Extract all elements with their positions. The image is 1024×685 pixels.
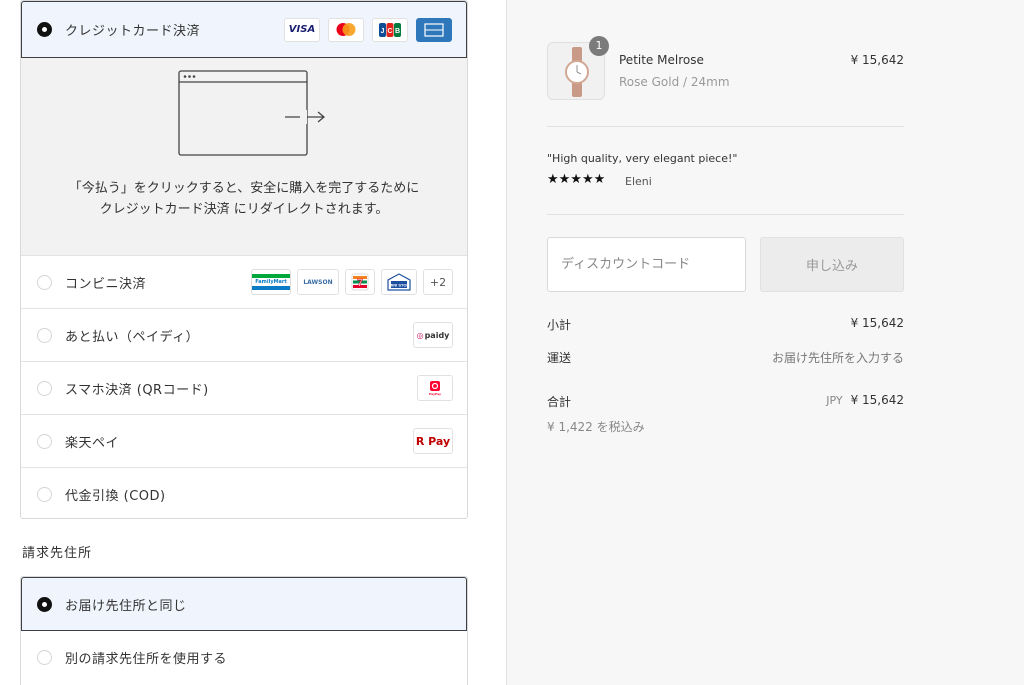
qr-logos: PayPay bbox=[417, 362, 453, 414]
payment-option-label: あと払い（ペイディ） bbox=[65, 329, 200, 345]
product-variant: Rose Gold / 24mm bbox=[619, 75, 730, 89]
payment-option-label: 代金引換 (COD) bbox=[65, 489, 166, 504]
radio-unselected[interactable] bbox=[37, 274, 52, 290]
shipping-value: お届け先住所を入力する bbox=[771, 351, 904, 365]
payment-option-label: クレジットカード決済 bbox=[65, 24, 201, 39]
discount-code-input[interactable] bbox=[547, 237, 746, 292]
svg-text:J: J bbox=[381, 28, 385, 35]
total-value: ¥ 15,642 bbox=[850, 393, 904, 407]
radio-unselected[interactable] bbox=[37, 433, 52, 449]
seven-eleven-icon: 7 bbox=[351, 273, 369, 291]
payment-option-konbini[interactable]: コンビニ決済 FamilyMart LAWSON 7 MINI STOP +2 bbox=[21, 256, 467, 309]
product-price: ¥ 15,642 bbox=[850, 53, 904, 67]
total-currency: JPY bbox=[826, 394, 843, 407]
svg-text:MINI STOP: MINI STOP bbox=[389, 283, 410, 288]
divider bbox=[547, 214, 904, 215]
quantity-badge: 1 bbox=[589, 36, 609, 56]
total-amount: JPY ¥ 15,642 bbox=[826, 393, 904, 407]
konbini-logos: FamilyMart LAWSON 7 MINI STOP +2 bbox=[251, 256, 453, 308]
rakuten-logos: R Pay bbox=[413, 415, 453, 467]
familymart-logo-icon: FamilyMart bbox=[251, 269, 291, 295]
paidy-logo-icon: ◎ paidy bbox=[413, 322, 453, 348]
radio-unselected[interactable] bbox=[37, 649, 52, 665]
payment-methods: クレジットカード決済 VISA J C B 「今払う」をクリックすると、安全に購… bbox=[20, 0, 468, 519]
mastercard-logo-icon bbox=[328, 17, 364, 42]
redirect-message: 「今払う」をクリックすると、安全に購入を完了するために クレジットカード決済 に… bbox=[68, 181, 420, 217]
billing-address-title: 請求先住所 bbox=[22, 546, 93, 561]
radio-selected[interactable] bbox=[37, 596, 52, 612]
lawson-logo-icon: LAWSON bbox=[297, 269, 339, 295]
svg-text:C: C bbox=[387, 28, 392, 35]
payment-option-credit-card[interactable]: クレジットカード決済 VISA J C B bbox=[21, 1, 467, 58]
total-label: 合計 bbox=[547, 395, 572, 409]
radio-unselected[interactable] bbox=[37, 327, 52, 343]
ministop-logo-icon: MINI STOP bbox=[381, 269, 417, 295]
jcb-logo-icon: J C B bbox=[372, 17, 408, 42]
product-name: Petite Melrose bbox=[619, 53, 704, 67]
card-logos: VISA J C B bbox=[284, 2, 452, 57]
billing-option-different-address[interactable]: 別の請求先住所を使用する bbox=[21, 631, 467, 683]
visa-logo-icon: VISA bbox=[284, 17, 320, 42]
paypay-logo-icon: PayPay bbox=[417, 375, 453, 401]
payment-option-rakuten-pay[interactable]: 楽天ペイ R Pay bbox=[21, 415, 467, 468]
amex-logo-icon bbox=[416, 17, 452, 42]
more-methods-badge: +2 bbox=[423, 269, 453, 295]
payment-option-cod[interactable]: 代金引換 (COD) bbox=[21, 468, 467, 518]
tax-note: ¥ 1,422 を税込み bbox=[547, 420, 645, 434]
billing-option-label: お届け先住所と同じ bbox=[65, 598, 187, 614]
payment-option-label: スマホ決済 (QRコード) bbox=[65, 382, 209, 398]
apply-discount-button[interactable]: 申し込み bbox=[760, 237, 904, 292]
payment-column: クレジットカード決済 VISA J C B 「今払う」をクリックすると、安全に購… bbox=[0, 0, 506, 685]
redirect-info-panel: 「今払う」をクリックすると、安全に購入を完了するために クレジットカード決済 に… bbox=[21, 58, 467, 256]
subtotal-label: 小計 bbox=[547, 318, 572, 332]
payment-option-label: 楽天ペイ bbox=[65, 435, 120, 451]
divider bbox=[547, 126, 904, 127]
shipping-label: 運送 bbox=[547, 351, 572, 365]
radio-selected[interactable] bbox=[37, 22, 52, 37]
review-stars-icon: ★★★★★ bbox=[547, 172, 606, 187]
review-author: Eleni bbox=[625, 175, 652, 188]
rakuten-pay-logo-icon: R Pay bbox=[413, 428, 453, 454]
billing-address-options: お届け先住所と同じ 別の請求先住所を使用する bbox=[20, 576, 468, 685]
paidy-logos: ◎ paidy bbox=[413, 309, 453, 361]
billing-option-label: 別の請求先住所を使用する bbox=[65, 651, 228, 667]
payment-option-paidy[interactable]: あと払い（ペイディ） ◎ paidy bbox=[21, 309, 467, 362]
review-quote: "High quality, very elegant piece!" bbox=[547, 152, 738, 165]
radio-unselected[interactable] bbox=[37, 380, 52, 396]
billing-option-same-as-shipping[interactable]: お届け先住所と同じ bbox=[21, 577, 467, 631]
svg-text:7: 7 bbox=[357, 278, 363, 289]
order-summary: 1 Petite Melrose Rose Gold / 24mm ¥ 15,6… bbox=[506, 0, 1024, 685]
radio-unselected[interactable] bbox=[37, 487, 52, 502]
payment-option-qr[interactable]: スマホ決済 (QRコード) PayPay bbox=[21, 362, 467, 415]
subtotal-value: ¥ 15,642 bbox=[850, 316, 904, 330]
browser-redirect-icon bbox=[178, 70, 326, 156]
seven-eleven-logo-icon: 7 bbox=[345, 269, 375, 295]
payment-option-label: コンビニ決済 bbox=[65, 276, 147, 292]
svg-text:B: B bbox=[395, 28, 400, 35]
